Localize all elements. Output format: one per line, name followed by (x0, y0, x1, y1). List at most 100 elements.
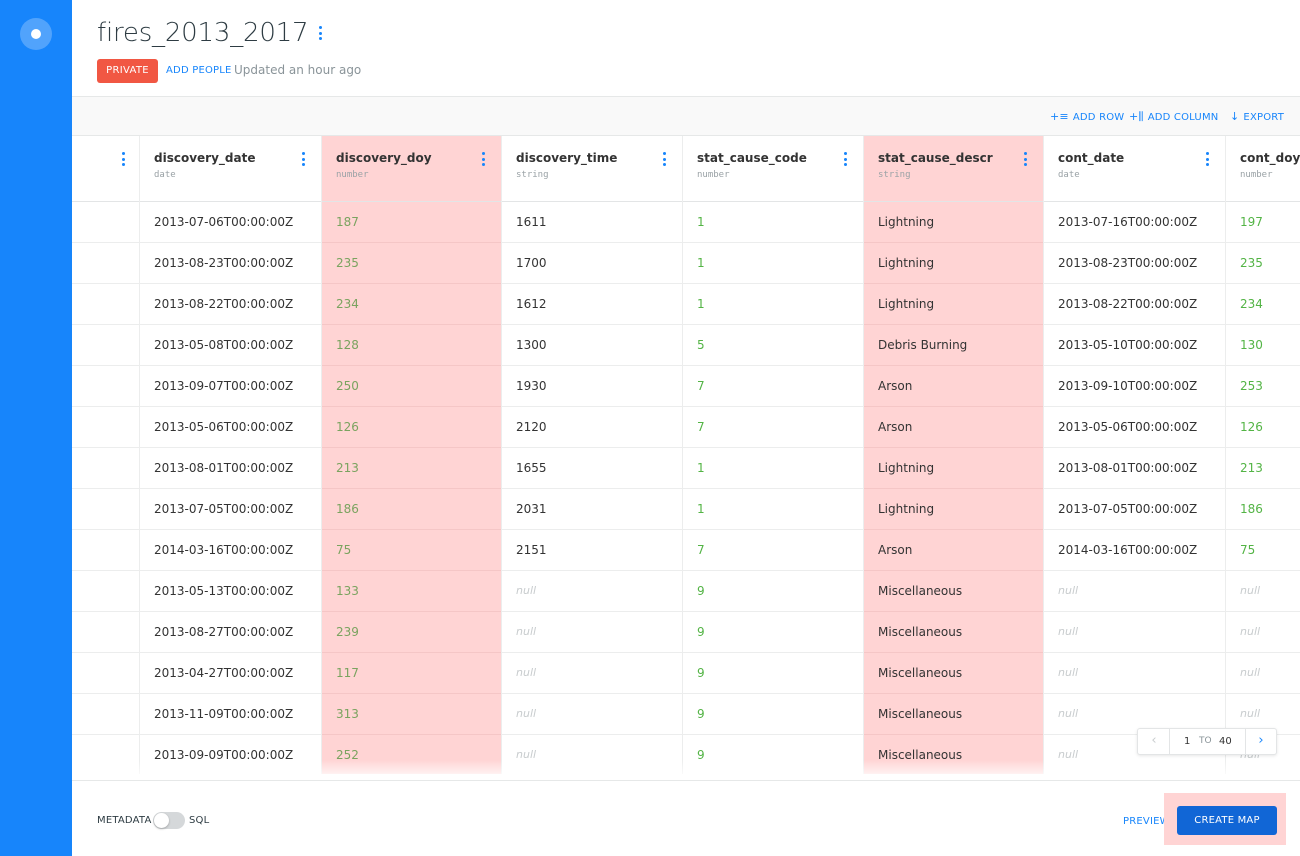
table-cell[interactable]: 2013-11-09T00:00:00Z (140, 694, 321, 735)
table-cell[interactable]: null (502, 571, 682, 612)
table-cell[interactable]: 5 (683, 325, 863, 366)
add-row-button[interactable]: +≡ ADD ROW (1050, 110, 1124, 123)
table-cell[interactable]: Lightning (864, 243, 1043, 284)
table-cell[interactable]: null (502, 653, 682, 694)
table-cell[interactable]: Lightning (864, 202, 1043, 243)
table-cell[interactable]: null (502, 612, 682, 653)
table-row-handle[interactable] (72, 366, 139, 407)
table-cell[interactable]: 75 (322, 530, 501, 571)
table-cell[interactable]: 7 (683, 366, 863, 407)
table-row-handle[interactable] (72, 530, 139, 571)
table-cell[interactable]: null (1226, 653, 1300, 694)
table-cell[interactable]: Arson (864, 366, 1043, 407)
table-cell[interactable]: 1 (683, 489, 863, 530)
table-cell[interactable]: Debris Burning (864, 325, 1043, 366)
table-row-handle[interactable] (72, 407, 139, 448)
table-cell[interactable]: 2013-07-16T00:00:00Z (1044, 202, 1225, 243)
table-row-handle[interactable] (72, 612, 139, 653)
table-cell[interactable]: 1 (683, 284, 863, 325)
column-options-icon[interactable] (482, 152, 485, 166)
table-cell[interactable]: 2013-08-22T00:00:00Z (1044, 284, 1225, 325)
table-cell[interactable]: null (1044, 612, 1225, 653)
table-cell[interactable]: 2014-03-16T00:00:00Z (140, 530, 321, 571)
table-cell[interactable]: 313 (322, 694, 501, 735)
table-cell[interactable]: 234 (1226, 284, 1300, 325)
table-cell[interactable]: 1300 (502, 325, 682, 366)
export-button[interactable]: ↓ EXPORT (1230, 110, 1284, 123)
table-cell[interactable]: 186 (1226, 489, 1300, 530)
column-header[interactable]: discovery_doy number (322, 136, 501, 202)
table-cell[interactable]: 2013-08-01T00:00:00Z (1044, 448, 1225, 489)
preview-link[interactable]: PREVIEW (1123, 816, 1170, 827)
dataset-options-icon[interactable] (313, 26, 327, 44)
table-cell[interactable]: Lightning (864, 284, 1043, 325)
table-row-handle[interactable] (72, 489, 139, 530)
table-cell[interactable]: 1 (683, 448, 863, 489)
column-header[interactable]: stat_cause_descr string (864, 136, 1043, 202)
table-row-handle[interactable] (72, 448, 139, 489)
table-cell[interactable]: 2013-08-23T00:00:00Z (1044, 243, 1225, 284)
table-cell[interactable]: 1655 (502, 448, 682, 489)
table-cell[interactable]: Lightning (864, 489, 1043, 530)
table-cell[interactable]: 2013-08-23T00:00:00Z (140, 243, 321, 284)
column-options-icon[interactable] (1206, 152, 1209, 166)
column-header[interactable]: discovery_date date (140, 136, 321, 202)
column-options-icon[interactable] (302, 152, 305, 166)
table-cell[interactable]: 9 (683, 571, 863, 612)
table-cell[interactable]: 253 (1226, 366, 1300, 407)
carto-logo-icon[interactable] (20, 18, 52, 50)
table-cell[interactable]: 1611 (502, 202, 682, 243)
table-row-handle[interactable] (72, 571, 139, 612)
column-options-icon[interactable] (844, 152, 847, 166)
table-cell[interactable]: 187 (322, 202, 501, 243)
table-row-handle[interactable] (72, 694, 139, 735)
table-cell[interactable]: 2013-07-05T00:00:00Z (1044, 489, 1225, 530)
table-cell[interactable]: 1 (683, 243, 863, 284)
table-row-handle[interactable] (72, 653, 139, 694)
table-cell[interactable]: 126 (322, 407, 501, 448)
table-cell[interactable]: 1612 (502, 284, 682, 325)
column-header[interactable]: stat_cause_code number (683, 136, 863, 202)
table-cell[interactable]: 2151 (502, 530, 682, 571)
table-cell[interactable]: 2013-05-06T00:00:00Z (140, 407, 321, 448)
table-cell[interactable]: 2013-08-22T00:00:00Z (140, 284, 321, 325)
table-cell[interactable]: null (502, 694, 682, 735)
table-cell[interactable]: 1 (683, 202, 863, 243)
table-cell[interactable]: Lightning (864, 448, 1043, 489)
column-header[interactable]: cont_doy number (1226, 136, 1300, 202)
add-column-button[interactable]: +⫼ ADD COLUMN (1129, 110, 1218, 124)
table-cell[interactable]: null (1044, 653, 1225, 694)
table-cell[interactable]: 2013-08-01T00:00:00Z (140, 448, 321, 489)
table-cell[interactable]: 2013-07-05T00:00:00Z (140, 489, 321, 530)
table-cell[interactable]: 197 (1226, 202, 1300, 243)
column-header[interactable]: cont_date date (1044, 136, 1225, 202)
privacy-button[interactable]: PRIVATE (97, 59, 158, 83)
table-cell[interactable]: 7 (683, 407, 863, 448)
table-cell[interactable]: 1930 (502, 366, 682, 407)
add-people-link[interactable]: ADD PEOPLE (166, 65, 232, 76)
table-cell[interactable]: Arson (864, 407, 1043, 448)
table-cell[interactable]: 9 (683, 694, 863, 735)
table-cell[interactable]: 2013-09-10T00:00:00Z (1044, 366, 1225, 407)
table-cell[interactable]: 235 (322, 243, 501, 284)
table-cell[interactable]: 75 (1226, 530, 1300, 571)
table-cell[interactable]: 130 (1226, 325, 1300, 366)
table-cell[interactable]: 2014-03-16T00:00:00Z (1044, 530, 1225, 571)
table-cell[interactable]: 1700 (502, 243, 682, 284)
table-cell[interactable]: 2013-05-08T00:00:00Z (140, 325, 321, 366)
table-cell[interactable]: null (1226, 612, 1300, 653)
table-cell[interactable]: 9 (683, 612, 863, 653)
column-options-icon[interactable] (663, 152, 666, 166)
table-cell[interactable]: 250 (322, 366, 501, 407)
table-cell[interactable]: Miscellaneous (864, 653, 1043, 694)
table-cell[interactable]: 128 (322, 325, 501, 366)
table-cell[interactable]: 2013-05-10T00:00:00Z (1044, 325, 1225, 366)
table-cell[interactable]: 186 (322, 489, 501, 530)
table-cell[interactable]: 2013-09-07T00:00:00Z (140, 366, 321, 407)
table-row-handle[interactable] (72, 325, 139, 366)
table-cell[interactable]: Arson (864, 530, 1043, 571)
column-options-icon[interactable] (1024, 152, 1027, 166)
table-cell[interactable]: 2013-07-06T00:00:00Z (140, 202, 321, 243)
table-row-handle[interactable] (72, 284, 139, 325)
table-cell[interactable]: Miscellaneous (864, 694, 1043, 735)
